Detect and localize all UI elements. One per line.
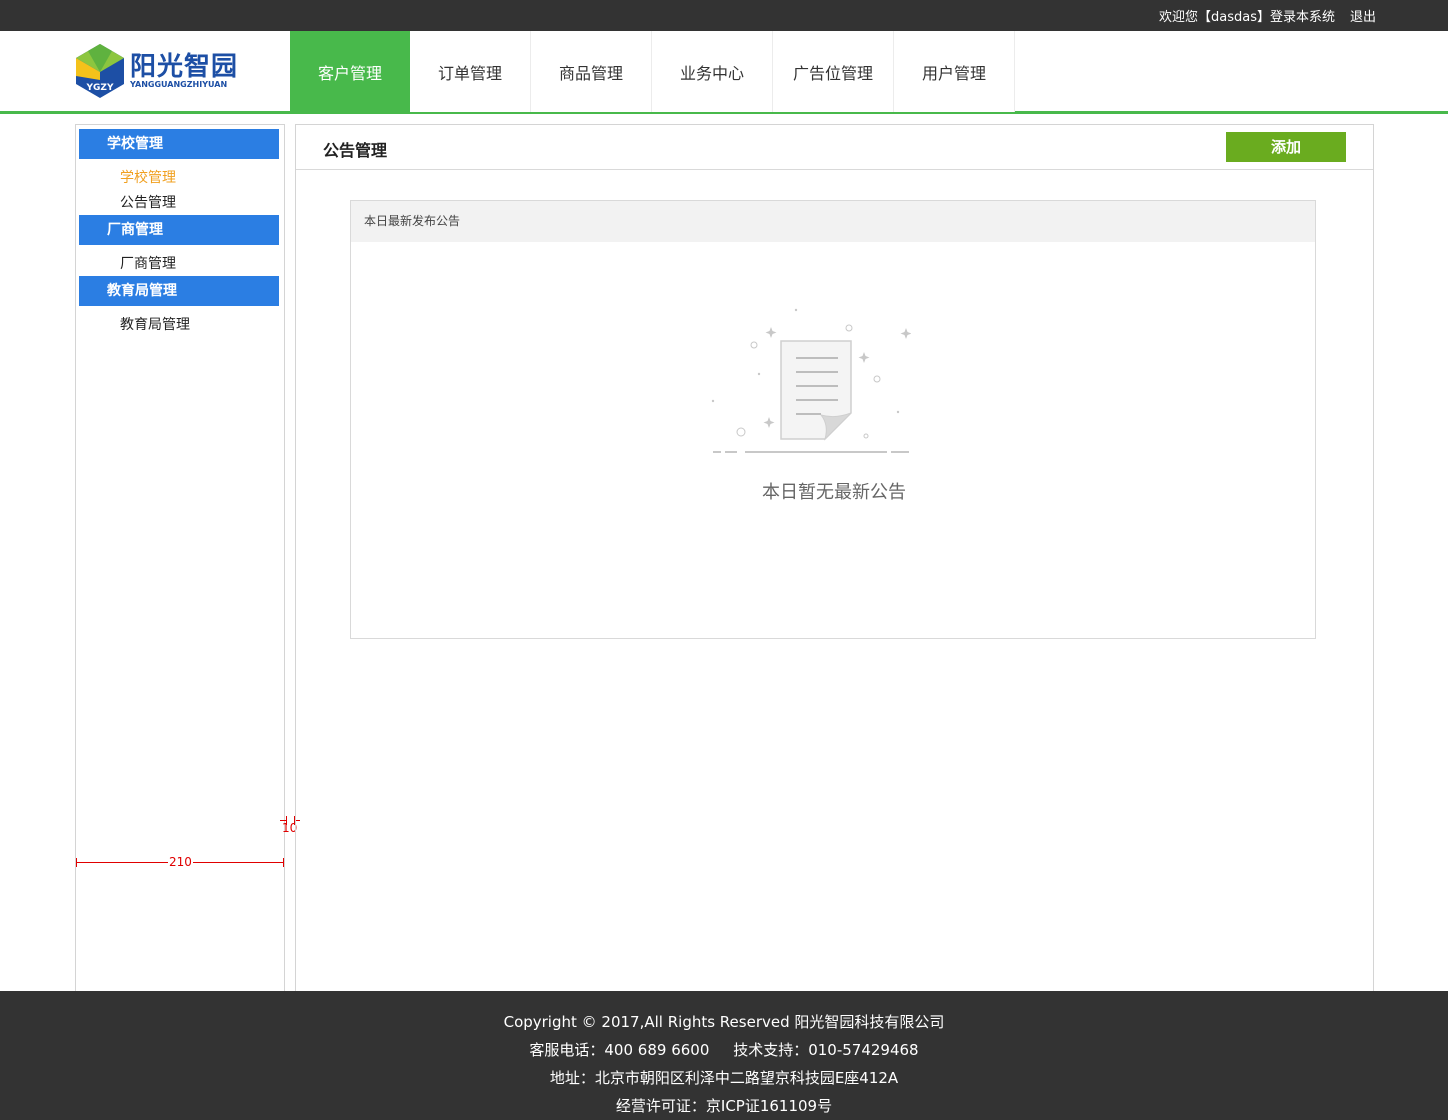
footer-license: 经营许可证：京ICP证161109号 (615, 1097, 833, 1115)
add-button[interactable]: 添加 (1226, 132, 1346, 162)
empty-document-icon (711, 308, 911, 453)
sidebar-link-school[interactable]: 学校管理 (120, 167, 176, 187)
sidebar-group-school[interactable]: 学校管理 (79, 129, 279, 159)
welcome-text: 欢迎您【dasdas】登录本系统 (1159, 10, 1335, 25)
sidebar-group-edu-bureau[interactable]: 教育局管理 (79, 276, 279, 306)
logo-name: 阳光智园 (130, 52, 239, 82)
footer-address: 地址：北京市朝阳区利泽中二路望京科技园E座412A (549, 1069, 899, 1087)
page-title: 公告管理 (323, 141, 388, 160)
footer-copyright: Copyright © 2017,All Rights Reserved 阳光智… (503, 1013, 945, 1031)
card-header: 本日最新发布公告 (351, 201, 1315, 242)
sidebar-group-vendor[interactable]: 厂商管理 (79, 215, 279, 245)
main-nav: 客户管理 订单管理 商品管理 业务中心 广告位管理 用户管理 (290, 31, 1015, 112)
nav-item-ads[interactable]: 广告位管理 (773, 31, 894, 112)
nav-item-orders[interactable]: 订单管理 (410, 31, 531, 112)
sidebar-link-vendor[interactable]: 厂商管理 (120, 253, 176, 273)
sidebar-link-announcements[interactable]: 公告管理 (120, 192, 176, 212)
announcement-card: 本日最新发布公告 本日暂无最新公告 (350, 200, 1316, 639)
top-bar: 欢迎您【dasdas】登录本系统 退出 (0, 0, 1448, 31)
logo-badge: YGZY (86, 83, 114, 93)
nav-item-products[interactable]: 商品管理 (531, 31, 652, 112)
logo-hexagon-icon: YGZY (76, 44, 124, 98)
empty-state-text: 本日暂无最新公告 (762, 482, 906, 503)
sidebar-link-edu-bureau[interactable]: 教育局管理 (120, 314, 190, 334)
panel-header: 公告管理 添加 (296, 125, 1373, 170)
nav-item-business[interactable]: 业务中心 (652, 31, 773, 112)
footer-contact: 客服电话：400 689 6600 技术支持：010-57429468 (529, 1041, 919, 1059)
logo-subtitle: YANGGUANGZHIYUAN (130, 80, 228, 89)
nav-item-users[interactable]: 用户管理 (894, 31, 1015, 112)
logo[interactable]: YGZY 阳光智园 YANGGUANGZHIYUAN (74, 42, 244, 100)
logout-link[interactable]: 退出 (1350, 6, 1376, 25)
nav-item-customer[interactable]: 客户管理 (290, 31, 410, 112)
footer: Copyright © 2017,All Rights Reserved 阳光智… (0, 991, 1448, 1120)
width-dimension-label: 210 (168, 855, 193, 869)
main-panel: 公告管理 添加 本日最新发布公告 本日暂无最新公告 (295, 124, 1374, 991)
